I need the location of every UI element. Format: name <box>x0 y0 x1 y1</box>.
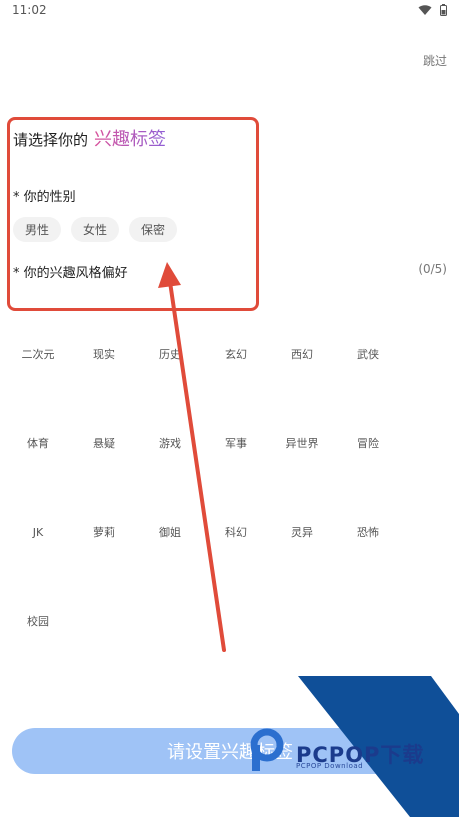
gender-chip-female[interactable]: 女性 <box>71 217 120 242</box>
gender-chip-male[interactable]: 男性 <box>13 217 62 242</box>
interest-tag[interactable]: 游戏 <box>137 434 203 454</box>
interest-tag[interactable]: 军事 <box>203 434 269 454</box>
interest-tag[interactable]: 科幻 <box>203 523 269 543</box>
wifi-icon <box>418 5 432 15</box>
gender-label: * 你的性别 <box>13 190 76 205</box>
skip-button[interactable]: 跳过 <box>423 52 447 69</box>
status-time: 11:02 <box>12 3 47 17</box>
interest-tag[interactable]: 体育 <box>5 434 71 454</box>
interest-tag[interactable]: 二次元 <box>5 345 71 365</box>
interest-tag[interactable]: JK <box>5 523 71 543</box>
interest-tag[interactable]: 玄幻 <box>203 345 269 365</box>
interest-tag[interactable]: 灵异 <box>269 523 335 543</box>
title-prefix: 请选择你的 <box>13 131 89 149</box>
interest-tag[interactable]: 恐怖 <box>335 523 401 543</box>
preference-label: * 你的兴趣风格偏好 <box>13 266 128 281</box>
interest-tag[interactable]: 武侠 <box>335 345 401 365</box>
interest-tag[interactable]: 历史 <box>137 345 203 365</box>
gender-chip-private[interactable]: 保密 <box>129 217 178 242</box>
interest-tag[interactable]: 西幻 <box>269 345 335 365</box>
status-bar: 11:02 <box>0 0 459 22</box>
interest-tag[interactable]: 现实 <box>71 345 137 365</box>
interest-tag-grid: 二次元 现实 历史 玄幻 西幻 武侠 体育 悬疑 游戏 军事 异世界 冒险 JK… <box>5 345 401 701</box>
preference-count: (0/5) <box>418 262 447 276</box>
interest-tag[interactable]: 御姐 <box>137 523 203 543</box>
interest-tag[interactable]: 悬疑 <box>71 434 137 454</box>
title-accent: 兴趣标签 <box>94 125 166 151</box>
battery-icon <box>440 4 447 16</box>
status-icons <box>418 4 447 16</box>
watermark-logo-icon <box>250 728 284 771</box>
gender-options: 男性 女性 保密 <box>13 217 178 242</box>
watermark-subtext: PCPOP Download <box>296 762 364 770</box>
interest-tag[interactable]: 校园 <box>5 612 71 632</box>
interest-tag[interactable]: 冒险 <box>335 434 401 454</box>
page-title: 请选择你的 兴趣标签 <box>13 125 166 151</box>
interest-tag[interactable]: 萝莉 <box>71 523 137 543</box>
interest-tag[interactable]: 异世界 <box>269 434 335 454</box>
